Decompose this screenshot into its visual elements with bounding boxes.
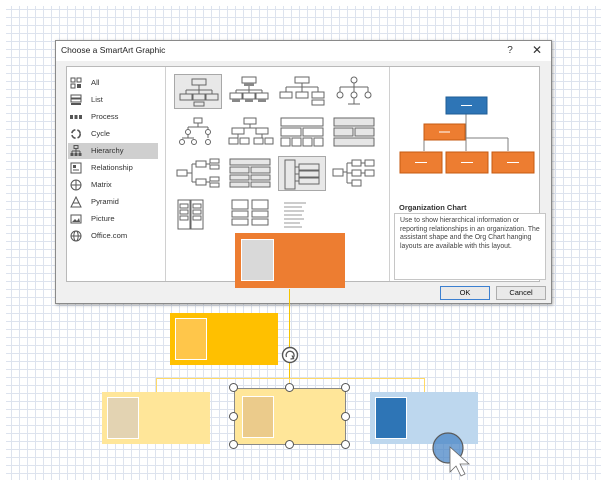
category-all[interactable]: All [68,75,158,91]
connector-line [156,378,425,379]
resize-handle[interactable] [341,412,350,421]
category-picture[interactable]: Picture [68,211,158,227]
category-cycle[interactable]: Cycle [68,126,158,142]
connector-line [289,289,290,379]
resize-handle[interactable] [341,383,350,392]
picture-placeholder[interactable] [242,396,274,438]
category-label: Relationship [91,163,133,172]
process-icon [70,111,82,123]
connector-line [424,378,425,392]
resize-handle[interactable] [285,440,294,449]
layout-table-list[interactable] [226,197,274,232]
connector-line [156,378,157,392]
relationship-icon [70,162,82,174]
ok-button[interactable]: OK [440,286,490,300]
hierarchy-icon [70,145,82,157]
resize-handle[interactable] [229,412,238,421]
org-child-shape-1[interactable] [102,392,210,444]
globe-icon [70,230,82,242]
category-hierarchy[interactable]: Hierarchy [68,143,158,159]
dialog-title: Choose a SmartArt Graphic [61,45,166,55]
category-label: List [91,95,103,104]
preview-title: Organization Chart [399,203,467,212]
layout-descending-list[interactable] [278,197,326,232]
category-matrix[interactable]: Matrix [68,177,158,193]
dialog-titlebar: Choose a SmartArt Graphic ? ✕ [56,41,551,61]
layout-circle-picture-hierarchy[interactable] [330,74,378,109]
resize-handle[interactable] [285,383,294,392]
resize-handle[interactable] [341,440,350,449]
layout-lined-list[interactable] [278,156,326,191]
cycle-icon [70,128,82,140]
category-list: All List Process Cycle Hierarchy Relatio… [67,67,166,281]
category-label: Pyramid [91,197,119,206]
layout-horizontal-hierarchy[interactable] [174,156,222,191]
close-button[interactable]: ✕ [530,43,544,58]
picture-placeholder[interactable] [175,318,207,360]
picture-placeholder[interactable] [107,397,139,439]
layout-stacked-list[interactable] [174,197,222,232]
category-office-com[interactable]: Office.com [68,228,158,244]
matrix-icon [70,179,82,191]
picture-placeholder[interactable] [241,239,274,281]
rotate-handle-icon[interactable] [280,345,300,365]
list-icon [70,94,82,106]
category-label: Hierarchy [91,146,124,155]
layout-table-hierarchy[interactable] [278,115,326,150]
layout-hierarchy[interactable] [174,115,222,150]
category-list-item[interactable]: List [68,92,158,108]
slide-canvas: Choose a SmartArt Graphic ? ✕ All List P… [0,0,607,486]
org-top-shape[interactable] [235,233,345,288]
layout-name-title-org-chart[interactable] [226,74,274,109]
layout-preview: Organization Chart Use to show hierarchi… [390,67,546,281]
mouse-pointer-icon [430,430,475,480]
category-label: Matrix [91,180,112,189]
resize-handle[interactable] [229,440,238,449]
category-label: Picture [91,214,115,223]
layout-organization-chart[interactable] [174,74,222,109]
picture-placeholder[interactable] [375,397,407,439]
org-assistant-shape[interactable] [170,313,278,365]
category-process[interactable]: Process [68,109,158,125]
category-relationship[interactable]: Relationship [68,160,158,176]
layout-architecture-layout[interactable] [330,115,378,150]
org-child-shape-2-selected[interactable] [234,388,346,445]
category-label: Process [91,112,119,121]
preview-description: Use to show hierarchical information or … [394,213,546,280]
grid-all-icon [70,77,82,89]
layout-labeled-hierarchy[interactable] [226,115,274,150]
org-chart-preview-graphic [399,96,535,174]
category-label: All [91,78,100,87]
category-label: Cycle [91,129,110,138]
category-label: Office.com [91,231,128,240]
resize-handle[interactable] [229,383,238,392]
cancel-button[interactable]: Cancel [496,286,546,300]
layout-half-circle-org-chart[interactable] [278,74,326,109]
picture-icon [70,213,82,225]
pyramid-icon [70,195,82,208]
layout-horizontal-org-chart[interactable] [330,156,378,191]
category-pyramid[interactable]: Pyramid [68,194,158,210]
help-button[interactable]: ? [503,43,517,58]
layout-hierarchy-list[interactable] [226,156,274,191]
